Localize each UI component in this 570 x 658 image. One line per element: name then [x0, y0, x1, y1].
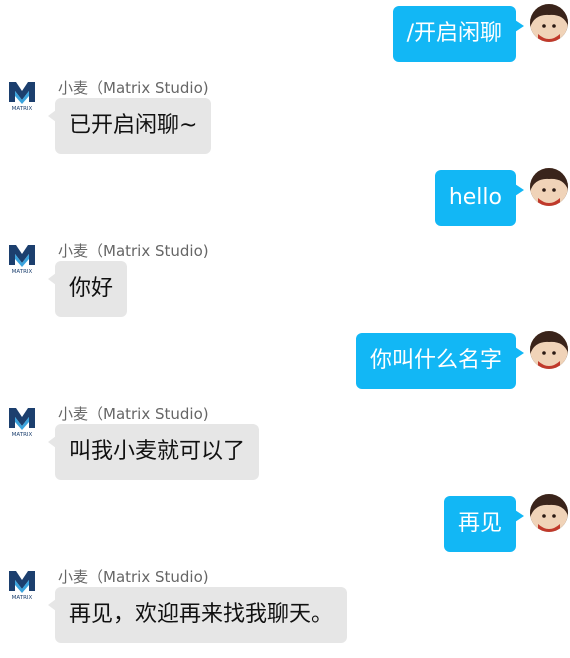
user-avatar-icon[interactable]	[530, 4, 568, 42]
bot-message-bubble: 已开启闲聊~	[47, 98, 212, 154]
bot-message-bubble: 叫我小麦就可以了	[47, 424, 260, 480]
user-avatar-icon[interactable]	[530, 331, 568, 369]
bot-message-bubble: 再见，欢迎再来找我聊天。	[47, 587, 348, 643]
user-message-bubble: 你叫什么名字	[355, 333, 525, 389]
chat-area: /开启闲聊 MATRIX 小麦（Matrix Studio) 已开启闲聊~ he…	[0, 0, 570, 658]
logo-text: MATRIX	[12, 106, 33, 112]
user-message-bubble: /开启闲聊	[392, 6, 525, 62]
logo-text: MATRIX	[12, 269, 33, 275]
matrix-logo-icon[interactable]: MATRIX	[6, 406, 38, 438]
user-message-bubble: 再见	[443, 496, 525, 552]
sender-name: 小麦（Matrix Studio)	[58, 568, 209, 586]
user-message-bubble: hello	[434, 170, 525, 226]
bot-message-bubble: 你好	[47, 261, 128, 317]
matrix-logo-icon[interactable]: MATRIX	[6, 243, 38, 275]
logo-text: MATRIX	[12, 432, 33, 438]
matrix-logo-icon[interactable]: MATRIX	[6, 569, 38, 601]
sender-name: 小麦（Matrix Studio)	[58, 242, 209, 260]
logo-text: MATRIX	[12, 595, 33, 601]
user-avatar-icon[interactable]	[530, 168, 568, 206]
sender-name: 小麦（Matrix Studio)	[58, 405, 209, 423]
matrix-logo-icon[interactable]: MATRIX	[6, 80, 38, 112]
sender-name: 小麦（Matrix Studio)	[58, 79, 209, 97]
user-avatar-icon[interactable]	[530, 494, 568, 532]
